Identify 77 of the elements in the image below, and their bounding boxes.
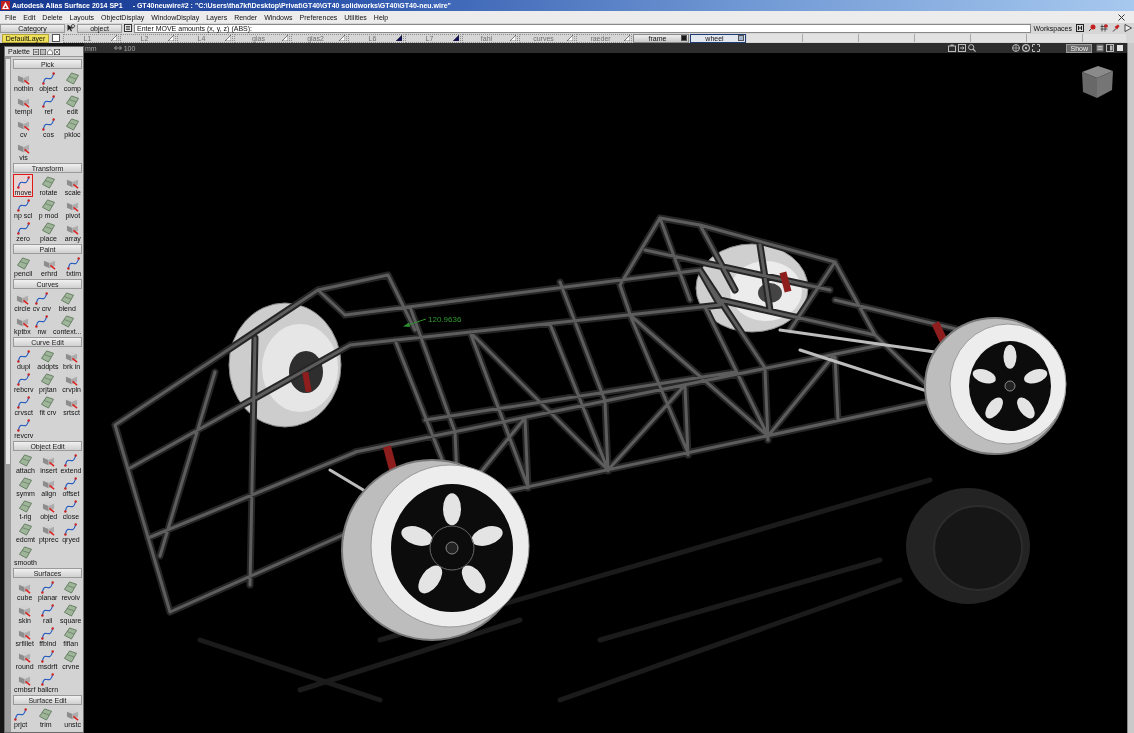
surface-patch-icon bbox=[64, 650, 78, 663]
curve-points-icon bbox=[17, 396, 31, 409]
curve-points-icon bbox=[16, 199, 30, 212]
home-icon[interactable] bbox=[46, 48, 53, 55]
surface-patch-icon bbox=[65, 118, 79, 131]
layer-checkbox[interactable] bbox=[52, 34, 60, 42]
pushpin-icon[interactable] bbox=[1112, 24, 1120, 32]
pick-cursor-icon[interactable] bbox=[67, 24, 75, 32]
surface-patch-icon bbox=[65, 95, 79, 108]
scrollbar-track[interactable] bbox=[5, 57, 11, 732]
ring-icon[interactable] bbox=[1022, 44, 1031, 52]
shock-absorber bbox=[383, 445, 397, 471]
curve-points-icon bbox=[35, 292, 49, 305]
shock-absorber bbox=[302, 371, 312, 393]
surface-patch-icon bbox=[19, 454, 32, 467]
curve-points-icon bbox=[41, 650, 55, 663]
curve-points-icon bbox=[41, 604, 55, 617]
curve-points-icon bbox=[64, 523, 78, 536]
surface-patch-icon bbox=[19, 546, 32, 559]
camera-icon[interactable] bbox=[948, 44, 957, 52]
surface-patch-icon bbox=[41, 222, 55, 235]
surface-patch-icon bbox=[41, 373, 55, 386]
curve-points-icon bbox=[14, 708, 28, 721]
view-cube[interactable] bbox=[1082, 66, 1113, 98]
curve-points-icon bbox=[41, 581, 55, 594]
list-icon[interactable] bbox=[124, 24, 132, 32]
app-logo-icon bbox=[1, 1, 10, 10]
pin-icon[interactable] bbox=[1088, 24, 1096, 32]
surface-patch-icon bbox=[64, 581, 78, 594]
surface-patch-icon bbox=[19, 477, 32, 490]
shock-absorber bbox=[779, 271, 792, 293]
curve-points-icon bbox=[17, 373, 31, 386]
grid-pin-icon[interactable] bbox=[1100, 24, 1108, 32]
dimension-label: 120.9636 bbox=[428, 315, 462, 324]
square-icon[interactable] bbox=[1116, 44, 1124, 52]
curve-points-icon bbox=[35, 315, 49, 328]
surface-patch-icon bbox=[41, 176, 55, 189]
curve-points-icon bbox=[16, 176, 30, 189]
target-icon[interactable] bbox=[1012, 44, 1021, 52]
curve-points-icon bbox=[41, 118, 55, 131]
curve-points-icon bbox=[41, 95, 55, 108]
close-icon[interactable] bbox=[53, 48, 60, 55]
surface-patch-icon bbox=[60, 315, 74, 328]
layout-frame-icon[interactable] bbox=[1076, 24, 1084, 32]
surface-patch-icon bbox=[41, 199, 55, 212]
curve-points-icon bbox=[41, 627, 55, 640]
layout-frame-icon[interactable] bbox=[32, 48, 39, 55]
curve-points-icon bbox=[16, 222, 30, 235]
surface-patch-icon bbox=[39, 708, 53, 721]
panel-icon[interactable] bbox=[1106, 44, 1114, 52]
scrollbar-thumb[interactable] bbox=[6, 59, 10, 464]
curve-points-icon bbox=[64, 500, 78, 513]
dimension-leader bbox=[403, 318, 427, 327]
scrollbar-track[interactable] bbox=[1127, 43, 1134, 733]
curve-points-icon bbox=[17, 350, 31, 363]
surface-patch-icon bbox=[60, 292, 74, 305]
window-icon[interactable] bbox=[39, 48, 46, 55]
list-icon[interactable] bbox=[1096, 44, 1104, 52]
expand-icon[interactable] bbox=[1032, 44, 1041, 52]
curve-points-icon bbox=[41, 673, 55, 686]
surface-patch-icon bbox=[19, 500, 32, 513]
surface-patch-icon bbox=[41, 350, 55, 363]
surface-patch-icon bbox=[16, 257, 30, 270]
curve-points-icon bbox=[67, 257, 81, 270]
width-arrows-icon bbox=[113, 45, 122, 51]
curve-points-icon bbox=[17, 419, 31, 432]
surface-patch-icon bbox=[64, 627, 78, 640]
close-icon[interactable] bbox=[1118, 13, 1125, 21]
magnifier-icon[interactable] bbox=[968, 44, 977, 52]
frame-arrow-icon[interactable] bbox=[958, 44, 967, 52]
surface-patch-icon bbox=[41, 396, 55, 409]
curve-points-icon bbox=[41, 72, 55, 85]
surface-patch-icon bbox=[64, 604, 78, 617]
curve-points-icon bbox=[64, 477, 78, 490]
surface-patch-icon bbox=[19, 523, 32, 536]
surface-patch-icon bbox=[65, 72, 79, 85]
curve-points-icon bbox=[64, 454, 78, 467]
